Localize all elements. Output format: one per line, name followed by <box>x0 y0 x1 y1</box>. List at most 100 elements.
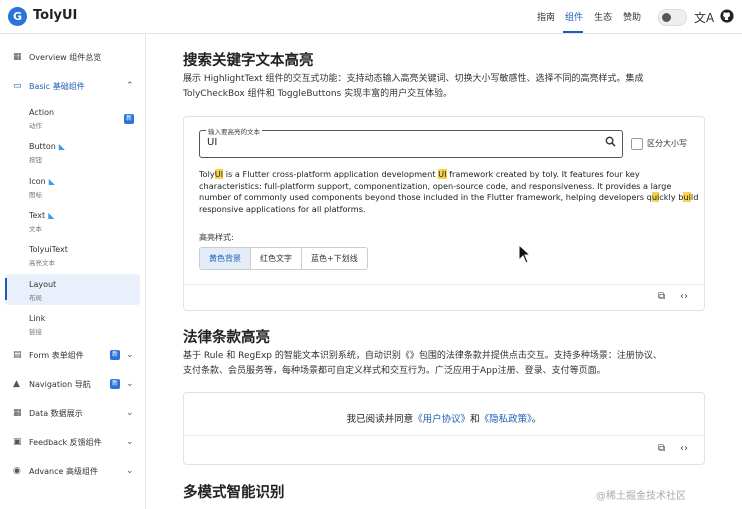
brand-title[interactable]: TolyUI <box>33 8 77 23</box>
highlight-match: ui <box>683 192 691 202</box>
new-badge: 新 <box>124 114 134 124</box>
legal-prefix: 我已阅读并同意 <box>346 414 414 425</box>
logo-icon: G <box>8 7 27 26</box>
nav-ecosystem[interactable]: 生态 <box>594 10 612 23</box>
sidebar-item-label: Basic 基础组件 <box>29 82 85 91</box>
card-divider <box>184 284 704 285</box>
sidebar-item-caption: 文本 <box>29 225 42 233</box>
sidebar-selected-bg <box>5 274 140 305</box>
section-title: 多模式智能识别 <box>183 485 285 501</box>
sidebar-item-label: Button <box>29 142 56 151</box>
legal-suffix: 。 <box>531 414 542 425</box>
highlight-match: UI <box>214 169 224 179</box>
table-icon: ▦ <box>13 408 22 418</box>
user-agreement-link[interactable]: 《用户协议》 <box>413 414 470 425</box>
highlighted-paragraph: TolyUI is a Flutter cross-platform appli… <box>199 169 699 215</box>
sidebar-selected-indicator <box>5 278 7 300</box>
text-segment: Toly <box>199 169 215 179</box>
style-yellow-bg-button[interactable]: 黄色背景 <box>200 248 251 269</box>
copy-icon[interactable]: ⧉ <box>658 291 665 302</box>
sidebar-item-label: Link <box>29 314 46 323</box>
sidebar-item-label: TolyuiText <box>29 245 68 254</box>
copy-icon[interactable]: ⧉ <box>658 443 665 454</box>
highlight-match: UI <box>438 169 447 179</box>
chevron-up-icon: ⌃ <box>126 81 134 91</box>
chevron-down-icon: ⌄ <box>126 379 134 389</box>
sidebar-item-label: Overview 组件总览 <box>29 53 102 62</box>
text-segment: is a Flutter cross-platform application … <box>223 169 439 179</box>
legal-agreement-text: 我已阅读并同意《用户协议》和《隐私政策》。 <box>184 411 704 425</box>
highlight-style-label: 高亮样式: <box>199 233 234 242</box>
sidebar-item-tolyuitext[interactable]: TolyuiText <box>29 245 68 254</box>
legal-demo-card: 我已阅读并同意《用户协议》和《隐私政策》。 ⧉ ‹› <box>183 392 705 465</box>
basic-icon: ▭ <box>13 81 22 91</box>
mouse-cursor <box>518 243 532 268</box>
text-segment: ckly b <box>659 192 684 202</box>
chevron-down-icon: ⌄ <box>126 466 134 476</box>
navigation-icon: ▲ <box>13 379 20 389</box>
new-badge: 新 <box>110 350 120 360</box>
sidebar-item-caption: 按钮 <box>29 156 42 164</box>
card-divider <box>184 435 704 436</box>
sidebar-item-action[interactable]: Action <box>29 108 54 117</box>
highlight-style-toggle: 黄色背景 红色文字 蓝色+下划线 <box>199 247 368 270</box>
sidebar-item-caption: 链接 <box>29 328 42 336</box>
sidebar-item-button[interactable]: Button ◣ <box>29 142 65 151</box>
chevron-down-icon: ⌄ <box>126 408 134 418</box>
style-blue-underline-button[interactable]: 蓝色+下划线 <box>302 248 367 269</box>
grid-icon: ▦ <box>13 52 22 62</box>
flutter-icon: ◣ <box>48 211 55 220</box>
sidebar-item-icon[interactable]: Icon ◣ <box>29 177 55 186</box>
legal-and: 和 <box>470 414 480 425</box>
nav-guide[interactable]: 指南 <box>537 10 555 23</box>
sidebar-item-label: Advance 高级组件 <box>29 467 98 476</box>
sidebar-item-label: Text <box>29 211 46 220</box>
translate-icon[interactable]: 文A <box>694 9 714 26</box>
case-sensitive-label: 区分大小写 <box>647 139 687 148</box>
chevron-down-icon: ⌄ <box>126 437 134 447</box>
section-desc-line: 展示 HighlightText 组件的交互式功能：支持动态输入高亮关键词、切换… <box>183 74 644 84</box>
top-bar: G TolyUI 指南 组件 生态 赞助 文A <box>0 0 742 34</box>
sidebar-item-label: Data 数据展示 <box>29 409 83 418</box>
sidebar-item-caption: 动作 <box>29 122 42 130</box>
sidebar-item-layout[interactable]: Layout <box>29 280 56 289</box>
flutter-icon: ◣ <box>58 142 65 151</box>
style-red-text-button[interactable]: 红色文字 <box>251 248 302 269</box>
highlight-demo-card: 输入要高亮的文本 UI 区分大小写 TolyUI is a Flutter cr… <box>183 116 705 311</box>
watermark: @稀土掘金技术社区 <box>596 491 686 502</box>
sidebar-item-label: Feedback 反馈组件 <box>29 438 102 447</box>
sidebar-item-text[interactable]: Text ◣ <box>29 211 54 220</box>
github-icon[interactable] <box>720 9 734 26</box>
input-label: 输入要高亮的文本 <box>206 126 262 136</box>
code-icon[interactable]: ‹› <box>680 443 688 454</box>
nav-components[interactable]: 组件 <box>565 10 583 23</box>
section-title: 搜索关键字文本高亮 <box>183 53 314 69</box>
code-icon[interactable]: ‹› <box>680 291 688 302</box>
sidebar-item-link[interactable]: Link <box>29 314 45 323</box>
sidebar-item-label: Icon <box>29 177 46 186</box>
sidebar-item-label: Form 表单组件 <box>29 351 84 360</box>
sidebar-item-caption: 图标 <box>29 191 42 199</box>
new-badge: 新 <box>110 379 120 389</box>
active-nav-indicator <box>563 31 583 33</box>
chevron-down-icon: ⌄ <box>126 350 134 360</box>
palette-icon: ◉ <box>13 466 21 476</box>
sidebar-item-label: Layout <box>29 280 57 289</box>
sidebar-item-caption: 布局 <box>29 294 42 302</box>
sidebar: ▦ Overview 组件总览 ▭ Basic 基础组件 ⌃ Action 动作… <box>0 34 146 509</box>
privacy-policy-link[interactable]: 《隐私政策》 <box>480 414 532 425</box>
flutter-icon: ◣ <box>48 177 55 186</box>
form-icon: ▤ <box>13 350 22 360</box>
section-desc-line: 支付条款、会员服务等，每种场景都可自定义样式和交互行为。广泛应用于App注册、登… <box>183 366 606 376</box>
search-icon[interactable] <box>605 136 616 150</box>
case-sensitive-checkbox[interactable] <box>631 138 643 150</box>
toggle-knob <box>662 13 671 22</box>
sidebar-item-caption: 高亮文本 <box>29 259 55 267</box>
section-title: 法律条款高亮 <box>183 330 270 346</box>
theme-toggle[interactable] <box>658 9 687 26</box>
highlight-text-input[interactable]: 输入要高亮的文本 UI <box>199 126 623 158</box>
nav-sponsor[interactable]: 赞助 <box>623 10 641 23</box>
section-desc-line: TolyCheckBox 组件和 ToggleButtons 实现丰富的用户交互… <box>183 89 453 99</box>
sidebar-item-label: Action <box>29 108 55 117</box>
main-content: 搜索关键字文本高亮 展示 HighlightText 组件的交互式功能：支持动态… <box>146 34 742 509</box>
